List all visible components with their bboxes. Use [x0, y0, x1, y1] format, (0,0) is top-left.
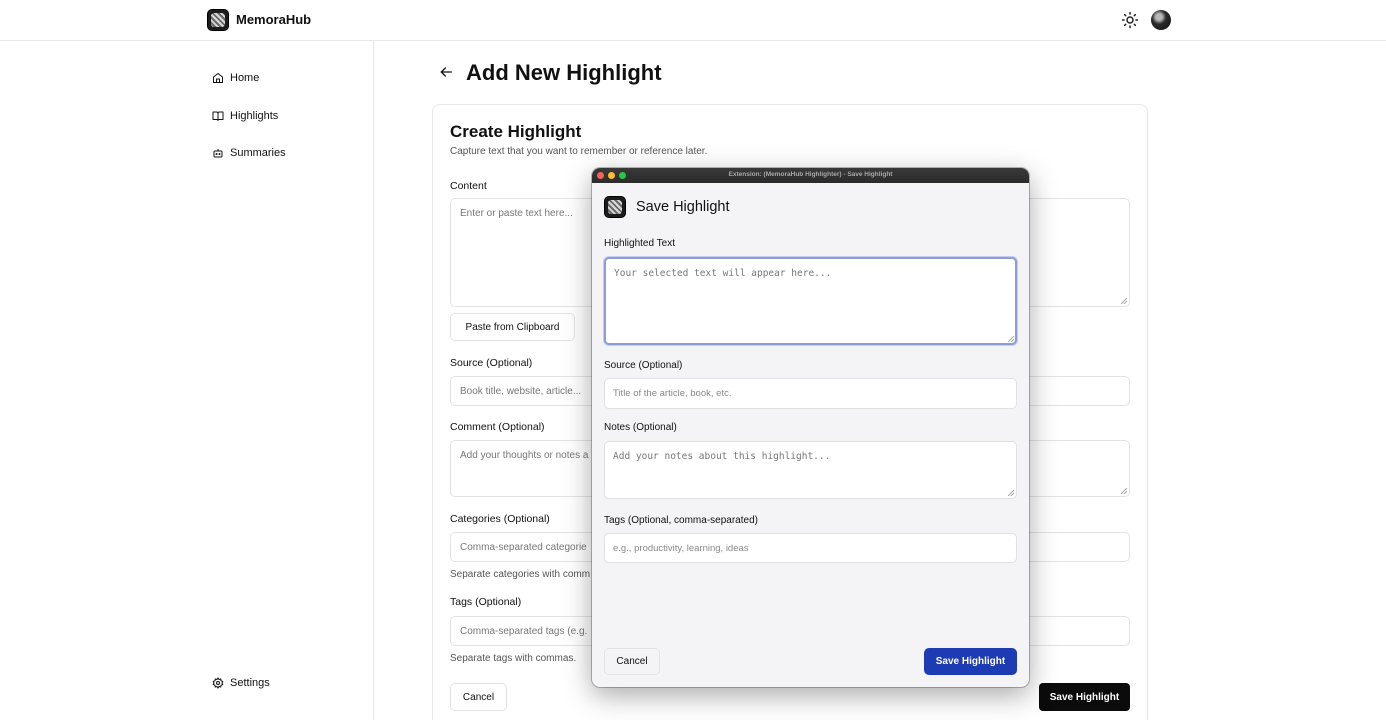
source-label: Source (Optional)	[604, 360, 683, 371]
card-subtitle: Capture text that you want to remember o…	[450, 146, 708, 157]
tags-placeholder: e.g., productivity, learning, ideas	[613, 543, 749, 554]
content-label: Content	[450, 180, 487, 192]
notes-label: Notes (Optional)	[604, 422, 677, 433]
brand-name[interactable]: MemoraHub	[236, 12, 311, 27]
resize-handle[interactable]	[1008, 490, 1014, 496]
highlighted-text-textarea[interactable]: Your selected text will appear here...	[604, 257, 1017, 345]
sidebar-item-label: Highlights	[230, 110, 279, 122]
popup-heading: Save Highlight	[636, 199, 730, 215]
comment-label: Comment (Optional)	[450, 421, 545, 433]
popup-titlebar[interactable]: Extension: (MemoraHub Highlighter) - Sav…	[592, 168, 1029, 183]
bot-icon	[213, 149, 223, 158]
sidebar-item-label: Summaries	[230, 147, 286, 159]
source-placeholder: Title of the article, book, etc.	[613, 388, 732, 399]
book-open-icon	[212, 111, 224, 121]
sidebar	[0, 41, 374, 720]
categories-hint: Separate categories with comm	[450, 569, 591, 580]
home-icon	[213, 73, 223, 83]
extension-popup-window: Extension: (MemoraHub Highlighter) - Sav…	[592, 168, 1029, 687]
tags-hint: Separate tags with commas.	[450, 653, 577, 664]
sidebar-item-settings[interactable]: Settings	[212, 673, 270, 693]
popup-cancel-button[interactable]: Cancel	[604, 648, 660, 675]
highlighted-text-placeholder: Your selected text will appear here...	[614, 268, 832, 279]
sidebar-item-highlights[interactable]: Highlights	[212, 106, 278, 126]
comment-placeholder: Add your thoughts or notes a	[460, 450, 589, 461]
source-placeholder: Book title, website, article...	[460, 386, 582, 397]
source-input[interactable]: Title of the article, book, etc.	[604, 378, 1017, 409]
resize-handle[interactable]	[1121, 298, 1127, 304]
categories-label: Categories (Optional)	[450, 513, 550, 525]
cancel-button[interactable]: Cancel	[450, 683, 507, 711]
sidebar-item-summaries[interactable]: Summaries	[212, 143, 286, 163]
notes-textarea[interactable]: Add your notes about this highlight...	[604, 441, 1017, 499]
highlighted-text-label: Highlighted Text	[604, 238, 675, 249]
sidebar-item-home[interactable]: Home	[212, 68, 259, 88]
source-label: Source (Optional)	[450, 357, 533, 369]
memorahub-logo-icon	[604, 196, 626, 218]
sun-icon[interactable]	[1121, 11, 1139, 29]
categories-placeholder: Comma-separated categorie	[460, 542, 587, 553]
top-bar: MemoraHub	[0, 0, 1386, 41]
user-avatar[interactable]	[1151, 10, 1171, 30]
save-highlight-button[interactable]: Save Highlight	[1039, 683, 1130, 711]
memorahub-logo-icon[interactable]	[207, 9, 229, 31]
gear-icon	[212, 677, 224, 689]
sidebar-item-label: Home	[230, 72, 260, 84]
resize-handle[interactable]	[1008, 336, 1014, 342]
sidebar-item-label: Settings	[230, 677, 270, 689]
page-title: Add New Highlight	[466, 60, 662, 85]
popup-window-title: Extension: (MemoraHub Highlighter) - Sav…	[728, 171, 893, 178]
card-title: Create Highlight	[450, 122, 582, 141]
content-placeholder: Enter or paste text here...	[460, 208, 573, 219]
resize-handle[interactable]	[1121, 488, 1127, 494]
paste-from-clipboard-button[interactable]: Paste from Clipboard	[450, 313, 575, 341]
tags-placeholder: Comma-separated tags (e.g.	[460, 626, 588, 637]
popup-save-highlight-button[interactable]: Save Highlight	[924, 648, 1017, 675]
notes-placeholder: Add your notes about this highlight...	[613, 451, 831, 462]
tags-input[interactable]: e.g., productivity, learning, ideas	[604, 533, 1017, 563]
arrow-left-icon[interactable]	[438, 64, 454, 80]
tags-label: Tags (Optional)	[450, 596, 522, 608]
tags-label: Tags (Optional, comma-separated)	[604, 515, 758, 526]
